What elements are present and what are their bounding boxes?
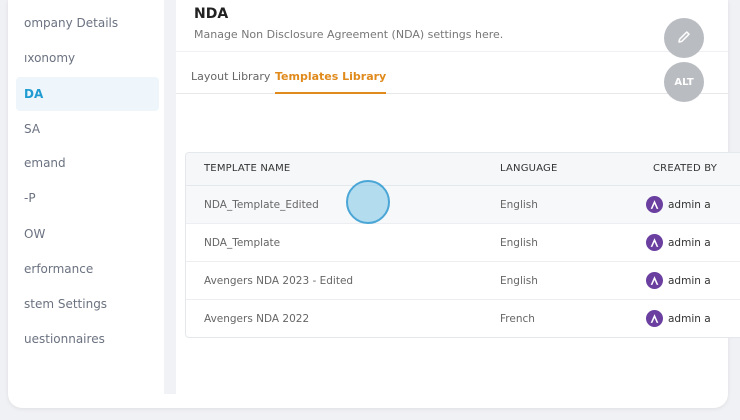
sidebar-item-questionnaires[interactable]: uestionnaires	[24, 322, 105, 356]
cell-created-by: admin a	[646, 234, 711, 251]
sidebar-item-demand[interactable]: emand	[24, 146, 66, 180]
cell-template-name: Avengers NDA 2022	[204, 313, 310, 325]
avenger-avatar-icon	[646, 272, 663, 289]
sidebar-item-performance[interactable]: erformance	[24, 252, 93, 286]
table-row[interactable]: NDA_Template_Edited English admin a	[186, 186, 740, 224]
cell-template-name: NDA_Template_Edited	[204, 199, 319, 211]
cell-created-by: admin a	[646, 196, 711, 213]
column-header-language[interactable]: LANGUAGE	[500, 163, 558, 174]
cell-language: English	[500, 199, 538, 211]
avenger-avatar-icon	[646, 234, 663, 251]
creator-name: admin a	[668, 198, 711, 211]
sidebar-item-sa[interactable]: SA	[24, 112, 40, 146]
content-divider	[164, 0, 176, 394]
creator-name: admin a	[668, 274, 711, 287]
sidebar-item-taxonomy[interactable]: ıxonomy	[24, 41, 75, 75]
cell-created-by: admin a	[646, 310, 711, 327]
column-header-created-by[interactable]: CREATED BY	[653, 163, 717, 174]
cell-language: English	[500, 275, 538, 287]
page-header: NDA Manage Non Disclosure Agreement (NDA…	[176, 0, 728, 52]
pencil-icon	[676, 29, 692, 48]
table-header: TEMPLATE NAME LANGUAGE CREATED BY	[186, 153, 740, 186]
avenger-avatar-icon	[646, 196, 663, 213]
tab-bar: Layout Library Templates Library	[176, 60, 728, 94]
sidebar-item-ow[interactable]: OW	[24, 217, 45, 251]
tab-layout-library[interactable]: Layout Library	[191, 70, 270, 92]
table-row[interactable]: Avengers NDA 2022 French admin a	[186, 300, 740, 337]
page-subtitle: Manage Non Disclosure Agreement (NDA) se…	[194, 28, 504, 41]
cell-language: French	[500, 313, 535, 325]
sidebar-item-nda[interactable]: DA	[16, 77, 159, 111]
alt-label: ALT	[674, 76, 694, 88]
page-title: NDA	[194, 6, 229, 22]
cell-language: English	[500, 237, 538, 249]
creator-name: admin a	[668, 312, 711, 325]
cell-template-name: NDA_Template	[204, 237, 281, 249]
click-indicator	[346, 180, 390, 224]
table-row[interactable]: Avengers NDA 2023 - Edited English admin…	[186, 262, 740, 300]
table-row[interactable]: NDA_Template English admin a	[186, 224, 740, 262]
sidebar-item-system-settings[interactable]: stem Settings	[24, 287, 107, 321]
tab-templates-library[interactable]: Templates Library	[275, 70, 387, 94]
sidebar-item-p[interactable]: -P	[24, 181, 36, 215]
templates-table: TEMPLATE NAME LANGUAGE CREATED BY NDA_Te…	[185, 152, 740, 338]
column-header-template-name[interactable]: TEMPLATE NAME	[204, 163, 290, 174]
alt-text-button[interactable]: ALT	[664, 62, 704, 102]
creator-name: admin a	[668, 236, 711, 249]
sidebar: ompany Details ıxonomy DA SA emand -P OW…	[8, 0, 159, 408]
avenger-avatar-icon	[646, 310, 663, 327]
edit-button[interactable]	[664, 18, 704, 58]
sidebar-item-company-details[interactable]: ompany Details	[24, 6, 118, 40]
cell-created-by: admin a	[646, 272, 711, 289]
cell-template-name: Avengers NDA 2023 - Edited	[204, 275, 354, 287]
